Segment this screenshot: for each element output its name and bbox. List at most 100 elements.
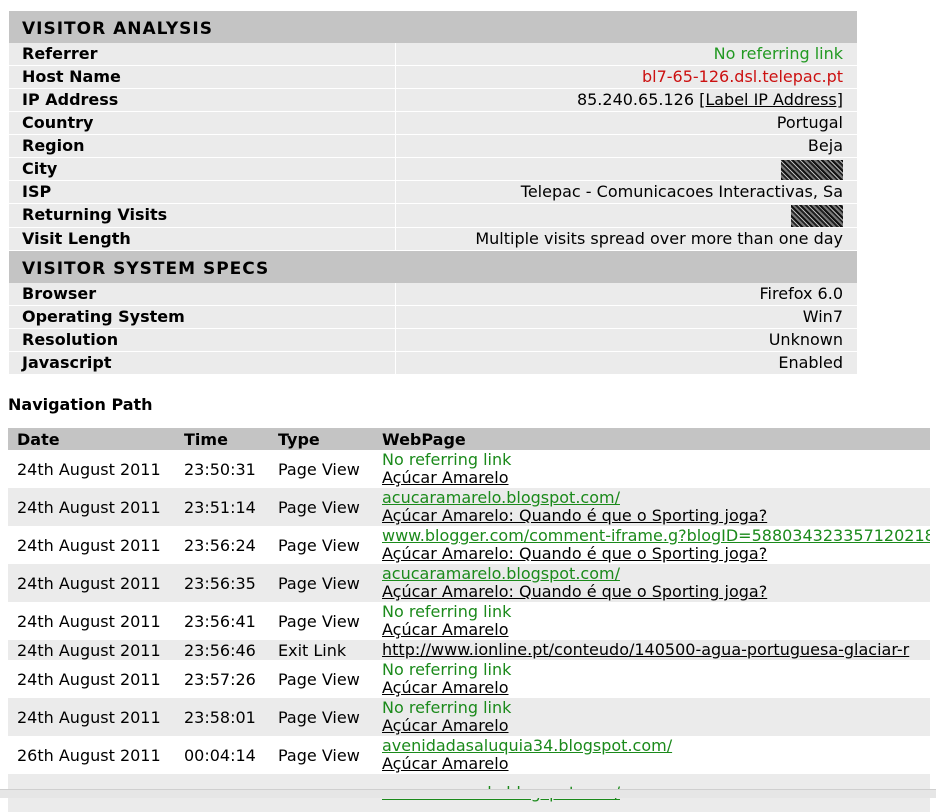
row-type: Page View <box>278 459 360 479</box>
row-webpage: No referring link Açúcar Amarelo <box>373 660 930 698</box>
row-type: Page View <box>269 488 373 526</box>
isp-row: ISP Telepac - Comunicacoes Interactivas,… <box>9 180 857 204</box>
page-link[interactable]: Açúcar Amarelo <box>382 469 930 487</box>
table-row: 24th August 2011 23:56:46 Exit Link http… <box>8 640 930 660</box>
country-value: Portugal <box>395 111 857 135</box>
row-date: 24th August 2011 <box>8 640 175 660</box>
spec-row-resolution: Resolution Unknown <box>9 327 857 351</box>
spec-row-javascript: Javascript Enabled <box>9 350 857 374</box>
time-header: Time <box>175 428 269 450</box>
ip-address-value: 85.240.65.126 <box>576 90 694 109</box>
spec-row-browser: Browser Firefox 6.0 <box>9 282 857 305</box>
navigation-path-table-wrap: Date Time Type WebPage 24th August 2011 … <box>8 428 930 812</box>
row-date: 24th August 2011 <box>17 535 161 555</box>
city-value <box>395 157 857 181</box>
row-date: 24th August 2011 <box>17 459 161 479</box>
spec-label: Browser <box>9 282 396 305</box>
country-row: Country Portugal <box>9 111 857 135</box>
city-redacted <box>781 159 843 180</box>
row-type: Page View <box>278 669 360 689</box>
row-type: Page View <box>278 745 360 765</box>
row-webpage: acucaramarelo.blogspot.com/ Açúcar Amare… <box>373 488 930 526</box>
region-row: Region Beja <box>9 134 857 158</box>
spec-label: Resolution <box>9 327 396 351</box>
host-name-value: bl7-65-126.dsl.telepac.pt <box>395 65 857 89</box>
referrer-text: No referring link <box>382 602 512 621</box>
visit-length-value: Multiple visits spread over more than on… <box>395 226 857 250</box>
spec-value: Unknown <box>395 327 857 351</box>
navigation-rows: 24th August 2011 23:50:31 Page View No r… <box>8 450 930 812</box>
row-webpage: http://www.ionline.pt/conteudo/140500-ag… <box>373 640 930 660</box>
row-time: 23:51:14 <box>175 488 269 526</box>
referrer-link[interactable]: avenidadasaluquia34.blogspot.com/ <box>382 737 930 755</box>
city-label: City <box>9 157 396 181</box>
row-webpage: No referring link Açúcar Amarelo <box>373 450 930 488</box>
referrer-text: No referring link <box>382 698 512 717</box>
region-label: Region <box>9 134 396 158</box>
returning-visits-label: Returning Visits <box>9 203 396 227</box>
spec-label: Javascript <box>9 350 396 374</box>
row-date: 24th August 2011 <box>8 564 175 602</box>
city-row: City <box>9 157 857 181</box>
table-row: 24th August 2011 23:56:24 Page View www.… <box>8 526 930 564</box>
row-time: 23:56:35 <box>175 564 269 602</box>
table-row: 24th August 2011 23:58:01 Page View No r… <box>8 698 930 736</box>
label-ip-address-link[interactable]: [Label IP Address] <box>699 90 843 109</box>
spec-label: Operating System <box>9 304 396 328</box>
returning-visits-redacted <box>791 204 843 227</box>
page-link[interactable]: Açúcar Amarelo <box>382 717 930 735</box>
referrer-link[interactable]: acucaramarelo.blogspot.com/ <box>382 565 930 583</box>
referrer-label: Referrer <box>9 43 396 66</box>
country-label: Country <box>9 111 396 135</box>
referrer-value: No referring link <box>395 43 857 66</box>
page-link[interactable]: Açúcar Amarelo <box>382 755 930 773</box>
visitor-analysis-title: VISITOR ANALYSIS <box>9 11 857 43</box>
horizontal-scrollbar[interactable] <box>0 789 936 798</box>
row-type: Page View <box>269 698 373 736</box>
exit-link[interactable]: http://www.ionline.pt/conteudo/140500-ag… <box>382 641 930 659</box>
referrer-row: Referrer No referring link <box>9 43 857 66</box>
visit-length-label: Visit Length <box>9 226 396 250</box>
page-link[interactable]: Açúcar Amarelo <box>382 679 930 697</box>
webpage-header: WebPage <box>373 428 930 450</box>
navigation-path-title: Navigation Path <box>8 395 153 414</box>
page-link[interactable]: Açúcar Amarelo: Quando é que o Sporting … <box>382 545 930 563</box>
row-time: 23:56:41 <box>184 611 256 631</box>
isp-label: ISP <box>9 180 396 204</box>
host-name-row: Host Name bl7-65-126.dsl.telepac.pt <box>9 65 857 89</box>
spec-value: Enabled <box>395 350 857 374</box>
row-date: 24th August 2011 <box>8 488 175 526</box>
row-date: 24th August 2011 <box>8 698 175 736</box>
system-specs-table: Browser Firefox 6.0 Operating System Win… <box>9 282 857 374</box>
row-type: Page View <box>269 564 373 602</box>
ip-address-row: IP Address 85.240.65.126 [Label IP Addre… <box>9 88 857 112</box>
row-webpage: www.blogger.com/comment-iframe.g?blogID=… <box>373 526 930 564</box>
spec-row-os: Operating System Win7 <box>9 304 857 328</box>
spec-value: Firefox 6.0 <box>395 282 857 305</box>
page-link[interactable]: Açúcar Amarelo: Quando é que o Sporting … <box>382 583 930 601</box>
page-link[interactable]: Açúcar Amarelo <box>382 621 930 639</box>
page-link[interactable]: Açúcar Amarelo: Quando é que o Sporting … <box>382 507 930 525</box>
navigation-path-table: Date Time Type WebPage 24th August 2011 … <box>8 428 930 812</box>
row-webpage: acucaramarelo.blogspot.com/ Açúcar Amare… <box>373 564 930 602</box>
returning-visits-row: Returning Visits <box>9 203 857 227</box>
row-time: 23:57:26 <box>184 669 256 689</box>
row-time: 23:50:31 <box>184 459 256 479</box>
table-row: 24th August 2011 23:50:31 Page View No r… <box>8 450 930 488</box>
table-row: 24th August 2011 23:51:14 Page View acuc… <box>8 488 930 526</box>
row-webpage: avenidadasaluquia34.blogspot.com/ Açúcar… <box>373 736 930 774</box>
returning-visits-value <box>395 203 857 227</box>
row-time: 23:56:24 <box>184 535 256 555</box>
navigation-header-row: Date Time Type WebPage <box>8 428 930 450</box>
referrer-link[interactable]: www.blogger.com/comment-iframe.g?blogID=… <box>382 527 930 545</box>
region-value: Beja <box>395 134 857 158</box>
date-header: Date <box>8 428 175 450</box>
referrer-link[interactable]: acucaramarelo.blogspot.com/ <box>382 489 930 507</box>
table-row: 24th August 2011 23:57:26 Page View No r… <box>8 660 930 698</box>
visitor-analysis-table: Referrer No referring link Host Name bl7… <box>9 43 857 250</box>
type-header: Type <box>269 428 373 450</box>
row-type: Page View <box>278 535 360 555</box>
row-webpage: No referring link Açúcar Amarelo <box>373 698 930 736</box>
row-time: 23:58:01 <box>175 698 269 736</box>
spec-value: Win7 <box>395 304 857 328</box>
